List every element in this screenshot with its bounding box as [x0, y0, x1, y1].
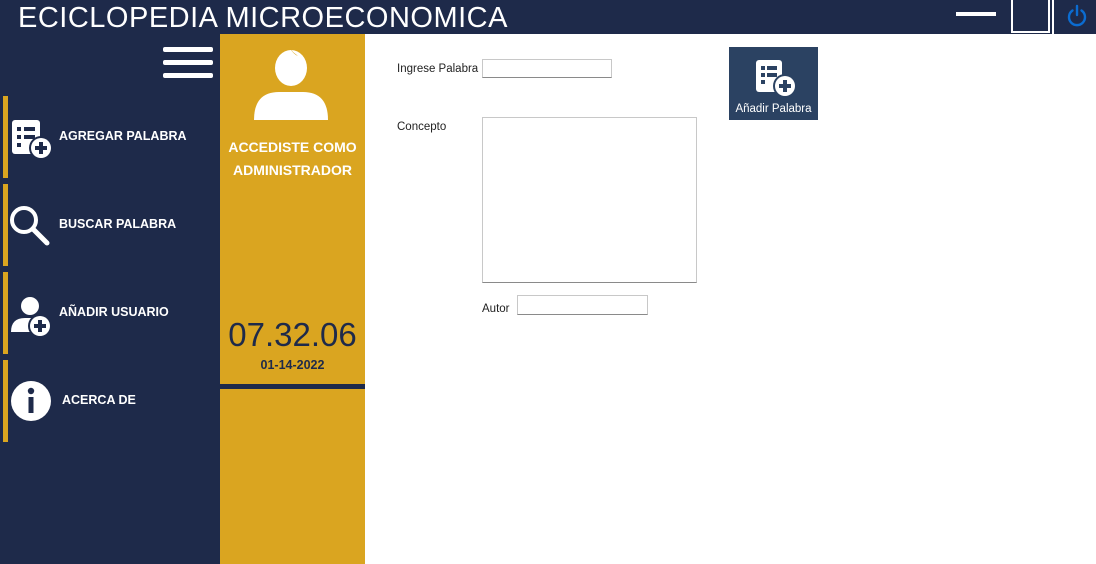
- search-icon: [10, 206, 50, 246]
- word-input[interactable]: [482, 59, 612, 78]
- minimize-button[interactable]: [952, 0, 1002, 34]
- sidebar-item-accent: [3, 360, 8, 442]
- add-word-icon: [756, 60, 797, 98]
- word-label: Ingrese Palabra: [397, 63, 479, 75]
- panel-divider: [220, 384, 365, 389]
- app-title: ECICLOPEDIA MICROECONOMICA: [18, 2, 508, 34]
- sidebar-item-anadir-usuario[interactable]: AÑADIR USUARIO: [3, 272, 220, 354]
- sidebar-item-accent: [3, 272, 8, 354]
- hamburger-icon: [163, 47, 213, 52]
- clock-date: 01-14-2022: [260, 358, 325, 372]
- add-word-button-label: Añadir Palabra: [735, 103, 812, 115]
- author-input[interactable]: [517, 295, 648, 315]
- maximize-button[interactable]: [1011, 0, 1050, 33]
- sidebar-item-label: AGREGAR PALABRA: [59, 129, 187, 143]
- sidebar-item-buscar-palabra[interactable]: BUSCAR PALABRA: [3, 184, 220, 266]
- sidebar-item-label: AÑADIR USUARIO: [59, 305, 169, 319]
- user-panel: ACCEDISTE COMO ADMINISTRADOR 07.32.06 01…: [220, 34, 365, 564]
- hamburger-menu-button[interactable]: [163, 47, 215, 83]
- author-label: Autor: [482, 303, 510, 315]
- sidebar-item-label: ACERCA DE: [62, 393, 136, 407]
- hamburger-icon-bar: [163, 60, 213, 65]
- user-icon: [254, 48, 328, 120]
- sidebar-item-accent: [3, 96, 8, 178]
- clock-time: 07.32.06: [228, 316, 357, 353]
- sidebar-item-acerca-de[interactable]: ACERCA DE: [3, 360, 220, 442]
- sidebar-item-label: BUSCAR PALABRA: [59, 217, 177, 231]
- minimize-icon: [956, 12, 996, 16]
- concept-textarea[interactable]: [482, 117, 697, 283]
- add-word-button[interactable]: Añadir Palabra: [729, 47, 818, 120]
- add-word-icon: [12, 120, 53, 160]
- add-user-icon: [11, 297, 52, 338]
- concept-label: Concepto: [397, 121, 447, 133]
- power-button[interactable]: [1052, 0, 1096, 34]
- sidebar: AGREGAR PALABRA BUSCAR PALABRA AÑADIR US…: [0, 34, 220, 564]
- sidebar-item-agregar-palabra[interactable]: AGREGAR PALABRA: [3, 96, 220, 178]
- info-icon: [11, 381, 51, 421]
- hamburger-icon-bar: [163, 73, 213, 78]
- title-bar: ECICLOPEDIA MICROECONOMICA: [0, 0, 1096, 34]
- role-text: ACCEDISTE COMO ADMINISTRADOR: [228, 139, 357, 178]
- power-icon: [1067, 4, 1087, 27]
